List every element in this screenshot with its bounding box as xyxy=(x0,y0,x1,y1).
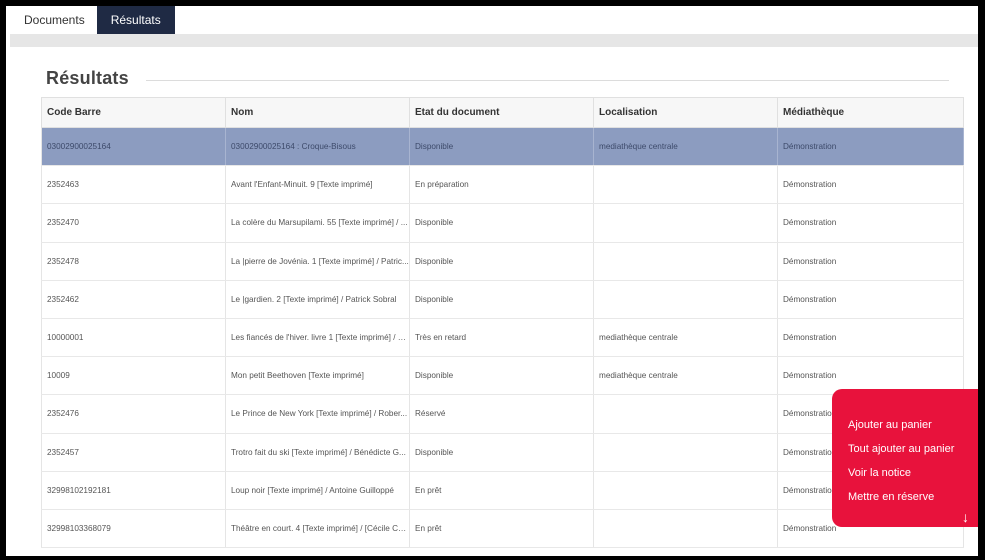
tab-resultats[interactable]: Résultats xyxy=(96,6,175,34)
cell-nom: Avant l'Enfant-Minuit. 9 [Texte imprimé] xyxy=(225,165,410,205)
arrow-down-icon[interactable]: ↓ xyxy=(962,509,969,525)
cell-localisation xyxy=(593,203,778,243)
context-menu: Ajouter au panier Tout ajouter au panier… xyxy=(832,389,978,527)
add-all-to-cart-button[interactable]: Tout ajouter au panier xyxy=(832,438,978,462)
table-row[interactable]: 32998103368079 Théâtre en court. 4 [Texte… xyxy=(41,509,964,549)
cell-mediatheque: Démonstration xyxy=(777,318,964,358)
cell-localisation xyxy=(593,509,778,549)
cell-code-barre: 2352457 xyxy=(41,433,226,472)
cell-code-barre: 2352463 xyxy=(41,165,226,205)
table-header-row: Code Barre Nom Etat du document Localisa… xyxy=(41,97,964,128)
cell-mediatheque: Démonstration xyxy=(777,203,964,243)
cell-localisation xyxy=(593,471,778,510)
cell-nom: Le |gardien. 2 [Texte imprimé] / Patrick… xyxy=(225,280,410,319)
cell-mediatheque: Démonstration xyxy=(777,242,964,281)
cell-nom: 03002900025164 : Croque-Bisous xyxy=(225,127,410,167)
app-frame: Documents Résultats Résultats Code Barre… xyxy=(6,6,978,556)
cell-mediatheque: Démonstration xyxy=(777,127,964,167)
table-row[interactable]: 2352462 Le |gardien. 2 [Texte imprimé] / … xyxy=(41,280,964,319)
cell-etat: En prêt xyxy=(409,471,594,510)
cell-nom: Loup noir [Texte imprimé] / Antoine Guil… xyxy=(225,471,410,510)
cell-etat: Très en retard xyxy=(409,318,594,358)
title-divider xyxy=(146,80,949,81)
column-header-etat[interactable]: Etat du document xyxy=(409,97,594,128)
table-row[interactable]: 10009 Mon petit Beethoven [Texte imprimé]… xyxy=(41,356,964,396)
table-row[interactable]: 2352457 Trotro fait du ski [Texte imprimé… xyxy=(41,433,964,472)
cell-nom: Les fiancés de l'hiver. livre 1 [Texte i… xyxy=(225,318,410,358)
cell-nom: La colère du Marsupilami. 55 [Texte impr… xyxy=(225,203,410,243)
table-row[interactable]: 03002900025164 03002900025164 : Croque-Bi… xyxy=(41,127,964,167)
cell-localisation xyxy=(593,280,778,319)
tab-bar: Documents Résultats xyxy=(6,6,978,34)
cell-mediatheque: Démonstration xyxy=(777,165,964,205)
cell-localisation: mediathèque centrale xyxy=(593,356,778,396)
table-row[interactable]: 2352463 Avant l'Enfant-Minuit. 9 [Texte i… xyxy=(41,165,964,205)
column-header-nom[interactable]: Nom xyxy=(225,97,410,128)
column-header-code-barre[interactable]: Code Barre xyxy=(41,97,226,128)
cell-localisation xyxy=(593,433,778,472)
cell-nom: Trotro fait du ski [Texte imprimé] / Bén… xyxy=(225,433,410,472)
table-row[interactable]: 2352470 La colère du Marsupilami. 55 [Tex… xyxy=(41,203,964,243)
cell-etat: En préparation xyxy=(409,165,594,205)
cell-code-barre: 10000001 xyxy=(41,318,226,358)
cell-code-barre: 32998103368079 xyxy=(41,509,226,549)
tab-documents[interactable]: Documents xyxy=(6,6,97,34)
column-header-localisation[interactable]: Localisation xyxy=(593,97,778,128)
add-to-cart-button[interactable]: Ajouter au panier xyxy=(832,414,978,438)
table-row[interactable]: 10000001 Les fiancés de l'hiver. livre 1 … xyxy=(41,318,964,358)
cell-nom: Mon petit Beethoven [Texte imprimé] xyxy=(225,356,410,396)
cell-etat: Disponible xyxy=(409,127,594,167)
cell-code-barre: 2352478 xyxy=(41,242,226,281)
cell-localisation xyxy=(593,394,778,434)
view-record-button[interactable]: Voir la notice xyxy=(832,462,978,486)
cell-etat: Réservé xyxy=(409,394,594,434)
cell-code-barre: 2352462 xyxy=(41,280,226,319)
cell-localisation: mediathèque centrale xyxy=(593,127,778,167)
cell-etat: Disponible xyxy=(409,242,594,281)
cell-localisation xyxy=(593,242,778,281)
tab-divider-band xyxy=(10,34,978,47)
table-row[interactable]: 2352476 Le Prince de New York [Texte impr… xyxy=(41,394,964,434)
cell-code-barre: 03002900025164 xyxy=(41,127,226,167)
table-row[interactable]: 32998102192181 Loup noir [Texte imprimé] … xyxy=(41,471,964,510)
cell-etat: En prêt xyxy=(409,509,594,549)
cell-localisation: mediathèque centrale xyxy=(593,318,778,358)
cell-localisation xyxy=(593,165,778,205)
cell-nom: Théâtre en court. 4 [Texte imprimé] / [C… xyxy=(225,509,410,549)
results-table: Code Barre Nom Etat du document Localisa… xyxy=(41,97,964,549)
cell-code-barre: 2352470 xyxy=(41,203,226,243)
cell-etat: Disponible xyxy=(409,433,594,472)
cell-nom: La |pierre de Jovénia. 1 [Texte imprimé]… xyxy=(225,242,410,281)
column-header-mediatheque[interactable]: Médiathèque xyxy=(777,97,964,128)
table-row[interactable]: 2352478 La |pierre de Jovénia. 1 [Texte i… xyxy=(41,242,964,281)
cell-etat: Disponible xyxy=(409,203,594,243)
cell-mediatheque: Démonstration xyxy=(777,280,964,319)
cell-code-barre: 2352476 xyxy=(41,394,226,434)
cell-nom: Le Prince de New York [Texte imprimé] / … xyxy=(225,394,410,434)
cell-etat: Disponible xyxy=(409,280,594,319)
cell-etat: Disponible xyxy=(409,356,594,396)
reserve-button[interactable]: Mettre en réserve xyxy=(832,486,978,510)
section-title: Résultats xyxy=(46,68,129,88)
cell-code-barre: 32998102192181 xyxy=(41,471,226,510)
cell-code-barre: 10009 xyxy=(41,356,226,396)
